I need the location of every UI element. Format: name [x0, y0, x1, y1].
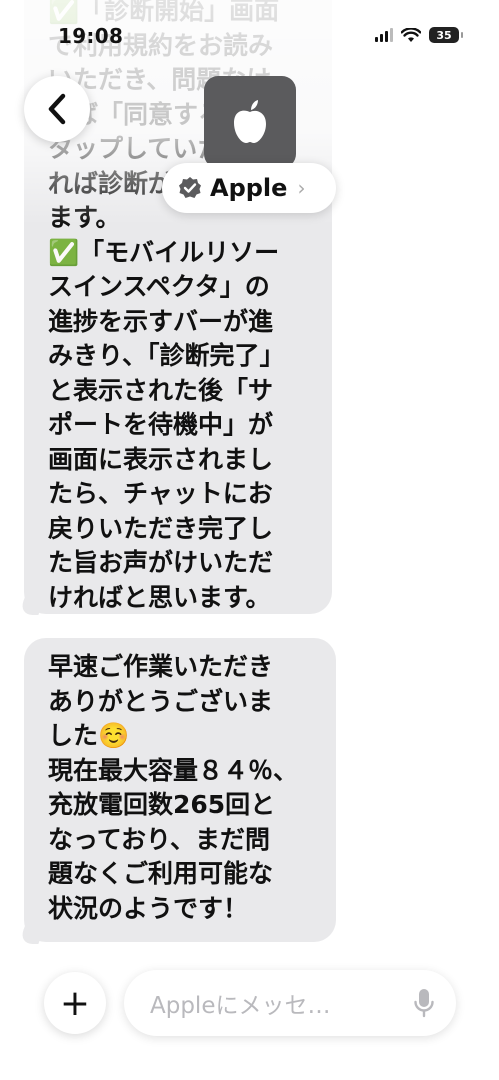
back-button[interactable] — [24, 76, 90, 142]
message-bubble-2: 早速ご作業いただき ありがとうございま した☺️ 現在最大容量８４％、 充放電回… — [24, 638, 336, 942]
apple-logo-icon — [234, 100, 266, 143]
message-text: ます。 ✅「モバイルリソー スインスペクタ」の 進捗を示すバーが進 みきり、「診… — [48, 203, 285, 612]
cellular-signal-icon — [375, 28, 393, 42]
status-time: 19:08 — [58, 24, 124, 48]
battery-icon: 35 — [429, 27, 463, 43]
wifi-icon — [401, 27, 421, 42]
chevron-left-icon — [48, 93, 66, 125]
avatar[interactable] — [204, 76, 296, 168]
microphone-icon[interactable] — [414, 988, 434, 1018]
verified-badge-icon — [179, 177, 201, 198]
contact-name: Apple — [210, 174, 288, 202]
message-input[interactable]: Appleにメッセ… — [124, 970, 456, 1036]
message-input-placeholder: Appleにメッセ… — [150, 993, 331, 1019]
add-attachment-button[interactable]: + — [44, 972, 106, 1034]
status-bar: 19:08 35 — [0, 0, 499, 60]
chevron-right-icon: › — [297, 176, 306, 200]
status-icons: 35 — [375, 27, 463, 43]
message-text: 早速ご作業いただき ありがとうございま した☺️ 現在最大容量８４％、 充放電回… — [48, 652, 299, 923]
plus-icon: + — [59, 982, 91, 1024]
contact-name-button[interactable]: Apple › — [162, 163, 336, 213]
